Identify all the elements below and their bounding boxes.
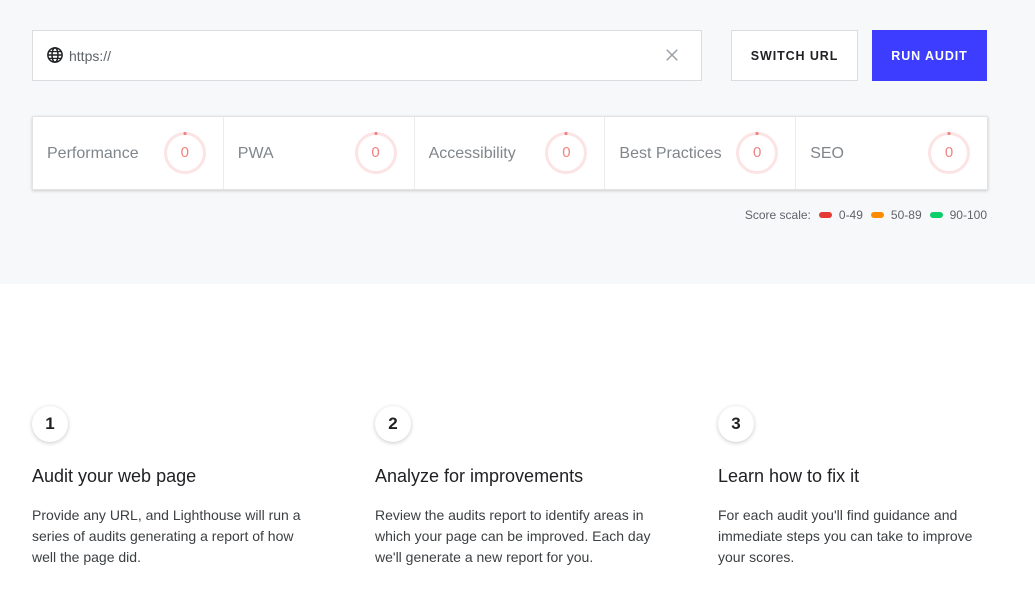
score-seo[interactable]: SEO 0 — [796, 117, 987, 189]
step-description: Review the audits report to identify are… — [375, 507, 651, 565]
step-analyze: 2 Analyze for improvements Review the au… — [375, 406, 665, 568]
step-audit: 1 Audit your web page Provide any URL, a… — [32, 406, 322, 568]
orange-dot-icon — [870, 212, 884, 218]
globe-icon — [47, 47, 63, 63]
score-value: 0 — [371, 144, 380, 161]
score-summary: Performance 0 PWA 0 Accessibility 0 Best… — [32, 116, 988, 190]
green-dot-icon — [929, 212, 943, 218]
score-value: 0 — [180, 144, 189, 161]
step-number-badge: 1 — [32, 406, 68, 442]
red-dot-icon — [818, 212, 832, 218]
run-audit-button[interactable]: RUN AUDIT — [872, 30, 987, 81]
score-label: Best Practices — [619, 145, 722, 162]
switch-url-button[interactable]: SWITCH URL — [731, 30, 858, 81]
step-title: Learn how to fix it — [718, 466, 860, 486]
score-performance[interactable]: Performance 0 — [33, 117, 224, 189]
score-value: 0 — [944, 144, 954, 161]
step-number-badge: 2 — [375, 406, 411, 442]
score-label: PWA — [237, 145, 274, 162]
score-best-practices[interactable]: Best Practices 0 — [605, 117, 797, 189]
step-description: Provide any URL, and Lighthouse will run… — [32, 507, 301, 565]
audit-panel: SWITCH URL RUN AUDIT Performance 0 PWA 0… — [0, 0, 1035, 284]
step-number-badge: 3 — [718, 406, 754, 442]
scale-range-low: 0-49 — [838, 208, 863, 222]
score-label: Accessibility — [428, 145, 516, 162]
scale-range-mid: 50-89 — [890, 208, 922, 222]
close-icon[interactable] — [663, 46, 681, 64]
step-learn: 3 Learn how to fix it For each audit you… — [718, 406, 1008, 568]
score-value: 0 — [562, 144, 571, 161]
score-scale-legend: Score scale: 0-49 50-89 90-100 — [745, 208, 987, 222]
step-description: For each audit you'll find guidance and … — [718, 507, 973, 565]
score-accessibility[interactable]: Accessibility 0 — [415, 117, 606, 189]
score-scale-label: Score scale: — [744, 208, 811, 222]
score-label: Performance — [47, 145, 139, 162]
url-bar[interactable] — [32, 30, 702, 81]
url-input[interactable] — [69, 31, 649, 80]
scale-range-high: 90-100 — [949, 208, 987, 222]
step-title: Analyze for improvements — [375, 466, 584, 486]
score-label: SEO — [810, 145, 844, 162]
score-value: 0 — [753, 144, 762, 161]
step-title: Audit your web page — [32, 466, 197, 486]
score-pwa[interactable]: PWA 0 — [224, 117, 415, 189]
